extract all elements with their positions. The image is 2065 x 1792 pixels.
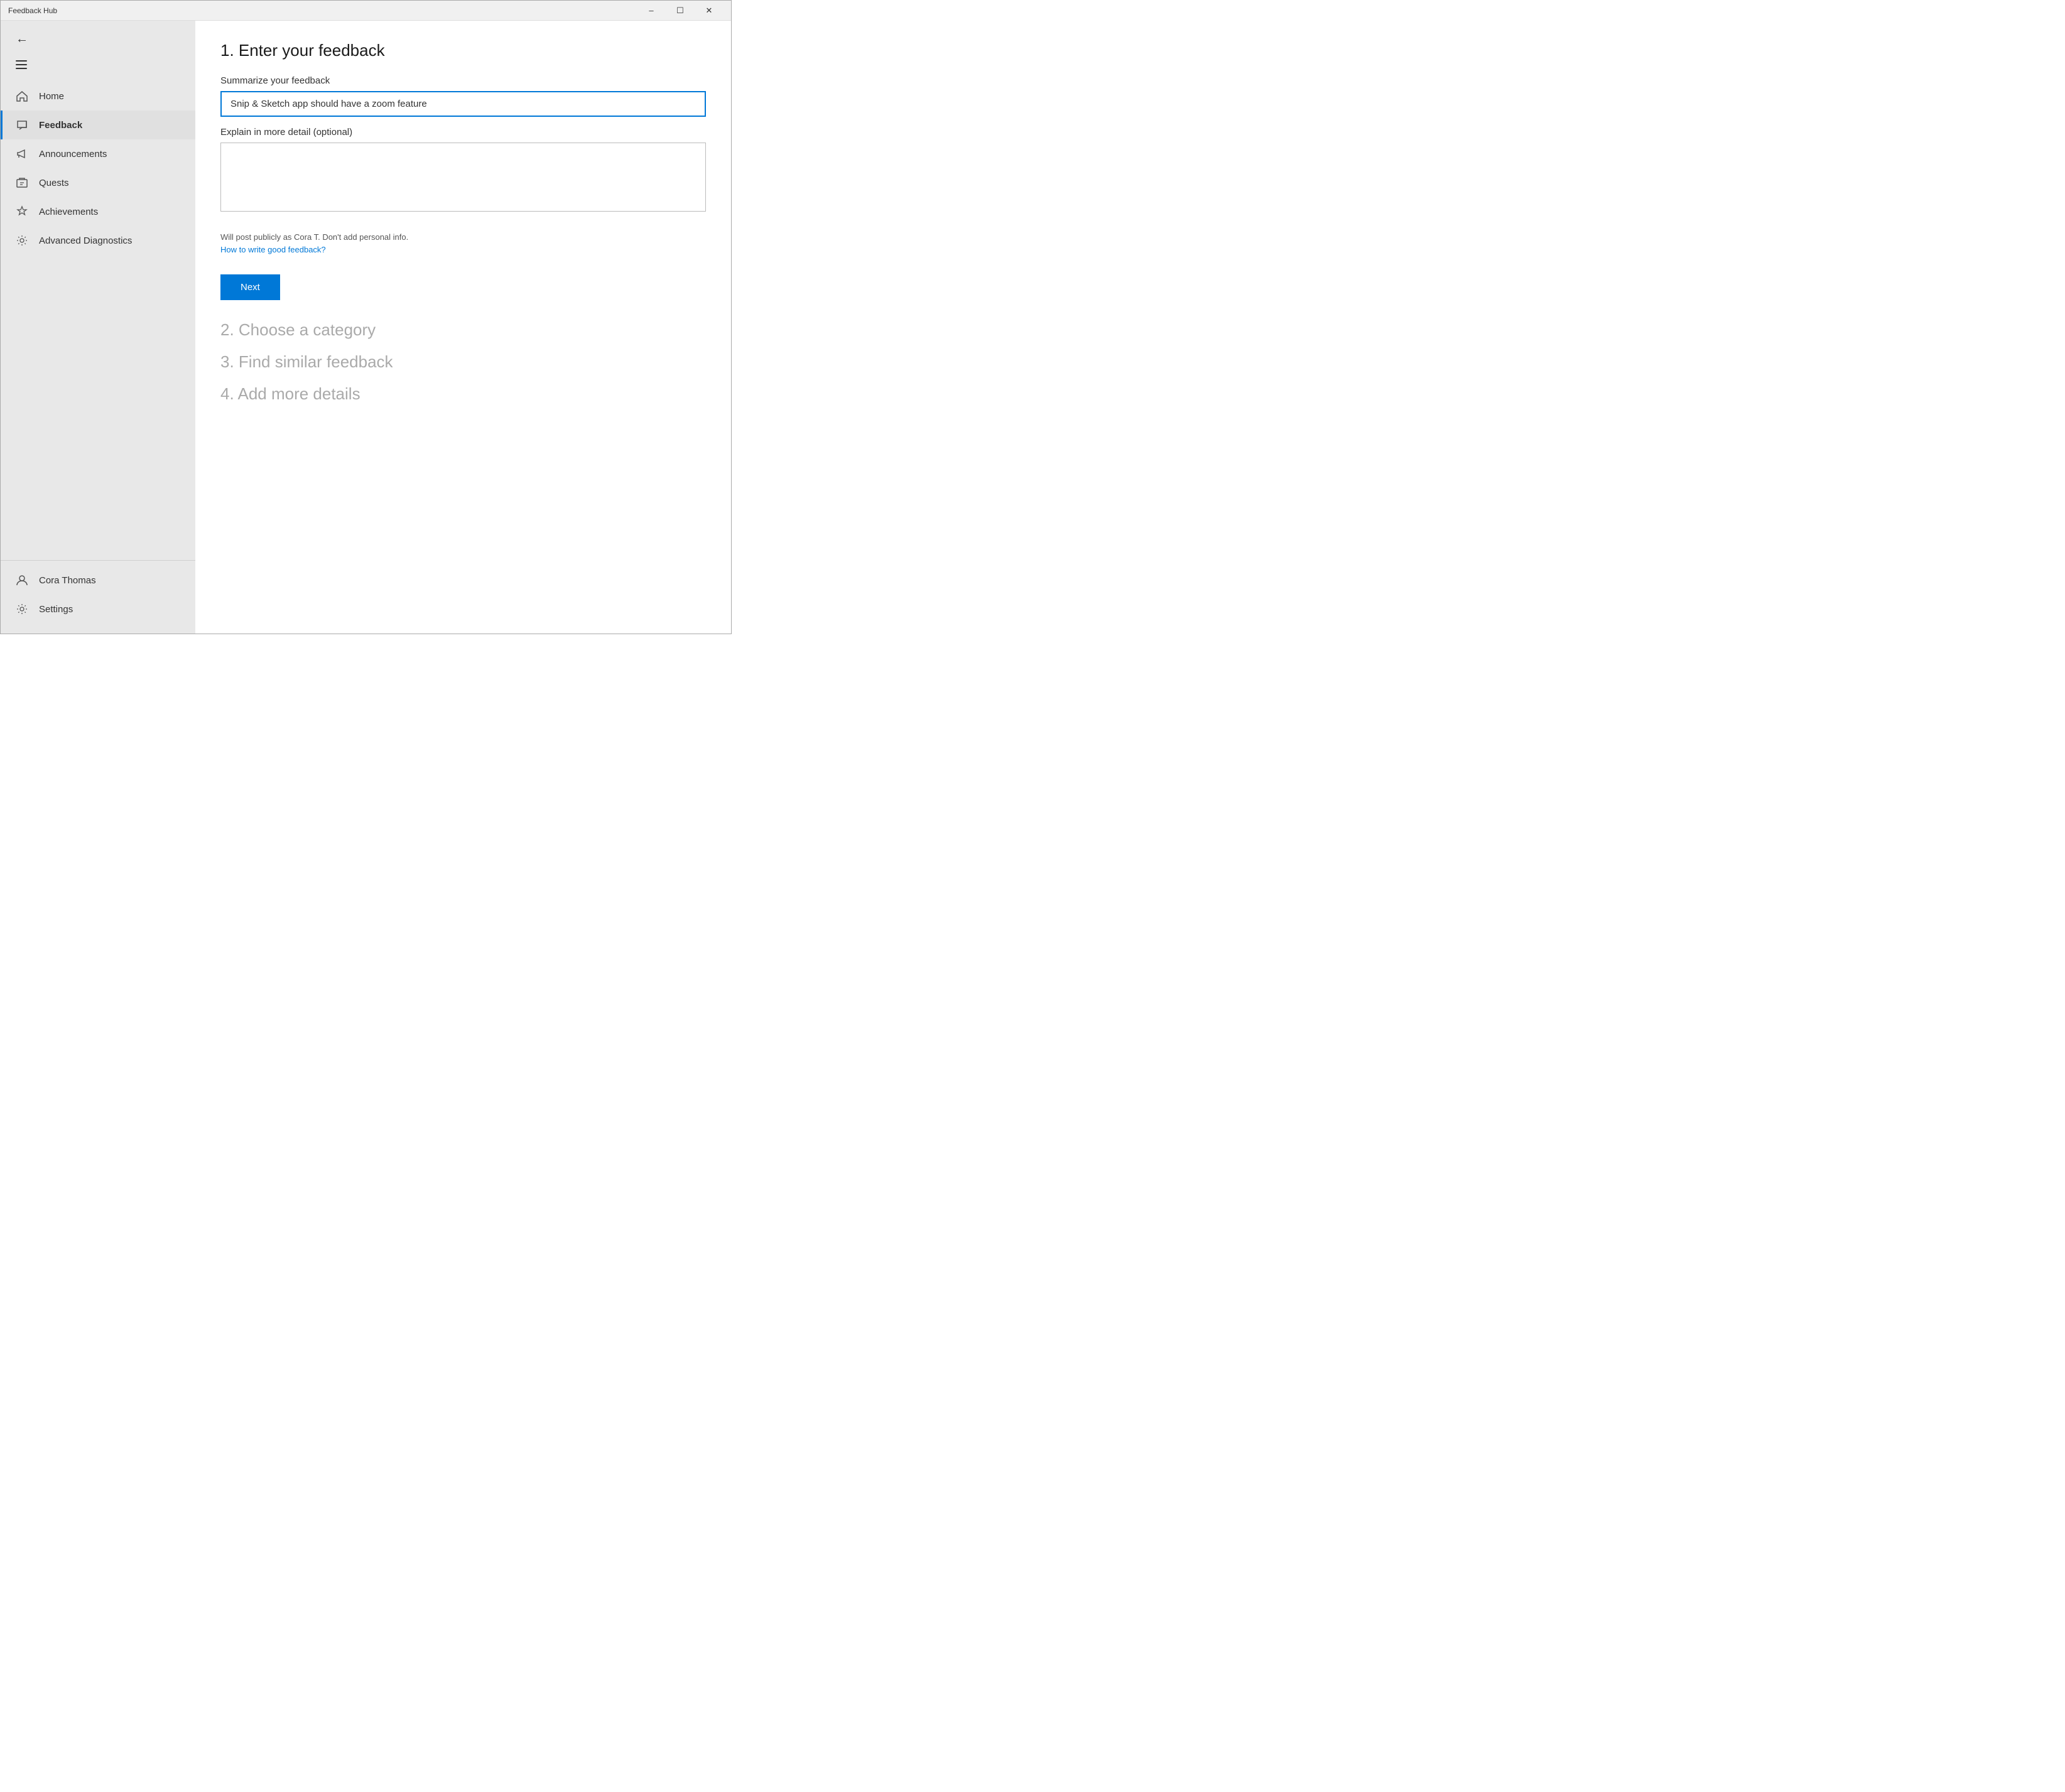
announcements-icon <box>15 147 29 161</box>
feedback-icon <box>15 118 29 132</box>
step3-title: 3. Find similar feedback <box>220 352 706 372</box>
advanced-diagnostics-icon <box>15 234 29 247</box>
settings-icon <box>15 602 29 616</box>
sidebar-item-settings[interactable]: Settings <box>1 595 195 623</box>
maximize-button[interactable]: ☐ <box>666 1 695 21</box>
hamburger-icon <box>16 64 27 65</box>
feedback-link[interactable]: How to write good feedback? <box>220 245 326 254</box>
minimize-button[interactable]: – <box>637 1 666 21</box>
sidebar-nav: Home Feedback <box>1 79 195 560</box>
sidebar-item-advanced-diagnostics-label: Advanced Diagnostics <box>39 235 132 246</box>
sidebar-item-settings-label: Settings <box>39 604 73 615</box>
sidebar-item-home-label: Home <box>39 91 64 102</box>
close-button[interactable]: ✕ <box>695 1 724 21</box>
summarize-input[interactable] <box>220 91 706 117</box>
main-content: 1. Enter your feedback Summarize your fe… <box>195 21 731 634</box>
sidebar-top: ← <box>1 21 195 55</box>
sidebar-item-achievements-label: Achievements <box>39 207 98 217</box>
achievements-icon <box>15 205 29 219</box>
sidebar-item-user[interactable]: Cora Thomas <box>1 566 195 595</box>
sidebar-item-announcements[interactable]: Announcements <box>1 139 195 168</box>
sidebar-item-user-label: Cora Thomas <box>39 575 96 586</box>
sidebar-item-advanced-diagnostics[interactable]: Advanced Diagnostics <box>1 226 195 255</box>
sidebar-item-announcements-label: Announcements <box>39 149 107 159</box>
sidebar-item-achievements[interactable]: Achievements <box>1 197 195 226</box>
titlebar: Feedback Hub – ☐ ✕ <box>1 1 731 21</box>
sidebar-item-feedback-label: Feedback <box>39 120 82 131</box>
user-icon <box>15 573 29 587</box>
hamburger-icon <box>16 68 27 69</box>
back-button[interactable]: ← <box>11 28 33 50</box>
step4-title: 4. Add more details <box>220 384 706 404</box>
sidebar-item-quests-label: Quests <box>39 178 69 188</box>
privacy-note: Will post publicly as Cora T. Don't add … <box>220 232 706 242</box>
sidebar: ← Home <box>1 21 195 634</box>
window-controls: – ☐ ✕ <box>637 1 724 21</box>
home-icon <box>15 89 29 103</box>
hamburger-button[interactable] <box>13 58 30 72</box>
app-title: Feedback Hub <box>8 6 57 15</box>
detail-textarea[interactable] <box>220 143 706 212</box>
detail-label: Explain in more detail (optional) <box>220 127 706 138</box>
hamburger-icon <box>16 60 27 62</box>
step2-title: 2. Choose a category <box>220 320 706 340</box>
sidebar-item-home[interactable]: Home <box>1 82 195 111</box>
detail-group: Explain in more detail (optional) <box>220 127 706 222</box>
step1-title: 1. Enter your feedback <box>220 41 706 60</box>
summarize-group: Summarize your feedback <box>220 75 706 117</box>
next-button[interactable]: Next <box>220 274 280 300</box>
summarize-label: Summarize your feedback <box>220 75 706 86</box>
quests-icon <box>15 176 29 190</box>
app-body: ← Home <box>1 21 731 634</box>
sidebar-item-quests[interactable]: Quests <box>1 168 195 197</box>
sidebar-item-feedback[interactable]: Feedback <box>1 111 195 139</box>
sidebar-bottom: Cora Thomas Settings <box>1 560 195 629</box>
